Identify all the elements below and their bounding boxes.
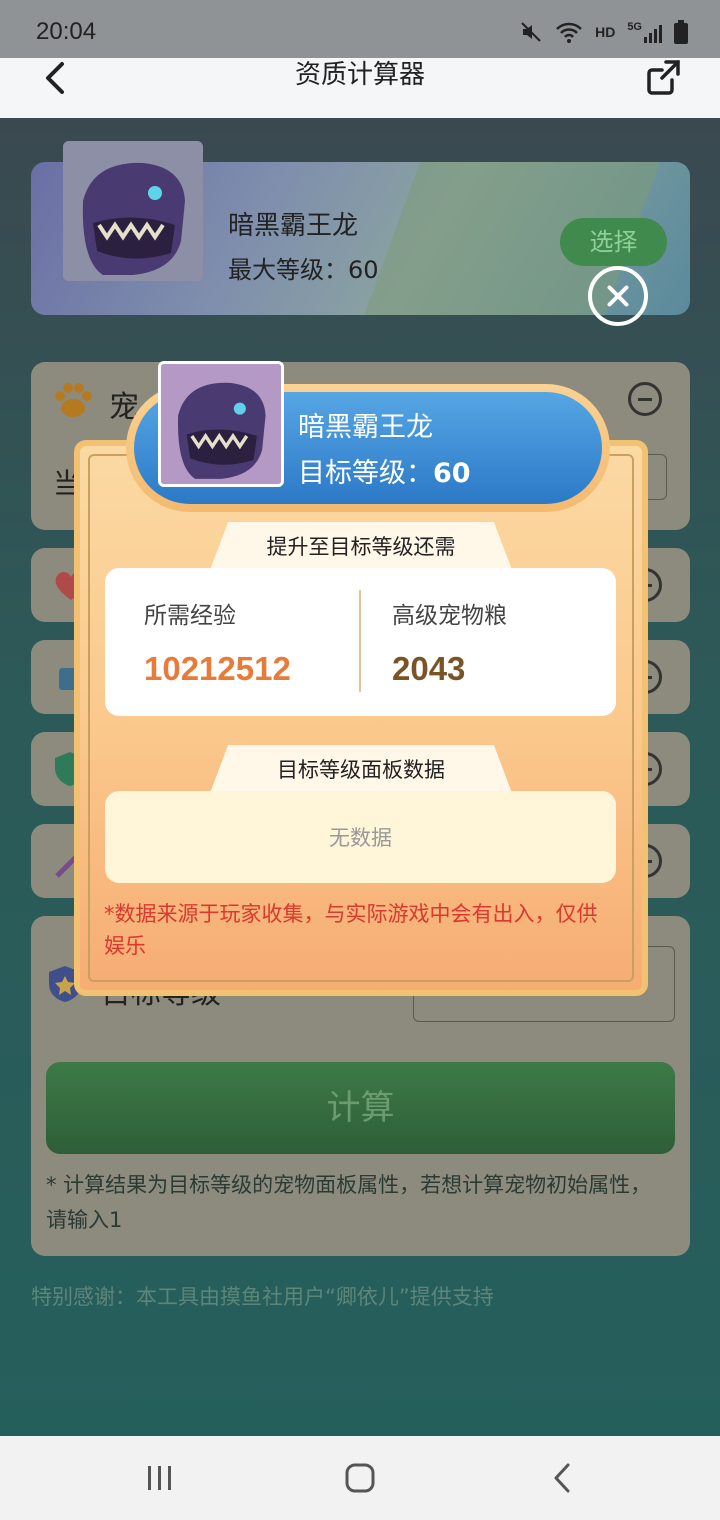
hd-label: HD bbox=[595, 24, 616, 40]
battery-icon bbox=[674, 20, 688, 44]
close-icon[interactable] bbox=[588, 266, 648, 326]
calculation-note: * 计算结果为目标等级的宠物面板属性，若想计算宠物初始属性，请输入1 bbox=[46, 1173, 652, 1232]
food-label: 高级宠物粮 bbox=[392, 603, 507, 629]
select-button[interactable]: 选择 bbox=[560, 218, 667, 266]
status-bar: 20:04 HD 5G bbox=[0, 0, 720, 58]
target-level-prefix: 目标等级： bbox=[298, 458, 433, 489]
requirement-tab: 提升至目标等级还需 bbox=[210, 522, 512, 570]
divider bbox=[359, 590, 361, 692]
status-time: 20:04 bbox=[36, 18, 97, 45]
signal-label: 5G bbox=[627, 21, 642, 33]
target-level-value: 60 bbox=[433, 458, 471, 489]
pet-name: 暗黑霸王龙 bbox=[228, 211, 359, 241]
paw-icon bbox=[55, 383, 92, 417]
mute-icon bbox=[521, 22, 541, 42]
exp-value: 10212512 bbox=[144, 650, 291, 687]
signal-icon: 5G bbox=[627, 21, 662, 43]
dinosaur-image bbox=[63, 141, 203, 281]
calculate-button[interactable]: 计算 bbox=[46, 1062, 675, 1154]
status-icons: HD 5G bbox=[519, 20, 688, 44]
share-icon[interactable] bbox=[644, 58, 684, 98]
thanks-text: 特别感谢：本工具由摸鱼社用户“卿依儿”提供支持 bbox=[31, 1285, 494, 1309]
panel-data-tab: 目标等级面板数据 bbox=[210, 745, 512, 793]
pet-thumbnail bbox=[63, 141, 203, 281]
page-title: 资质计算器 bbox=[294, 60, 425, 90]
pet-max-level: 最大等级：60 bbox=[228, 256, 379, 284]
top-bar: 资质计算器 bbox=[0, 58, 720, 118]
dinosaur-image bbox=[161, 364, 281, 484]
modal-pet-name: 暗黑霸王龙 bbox=[298, 412, 433, 443]
food-value: 2043 bbox=[392, 650, 466, 687]
exp-label: 所需经验 bbox=[144, 603, 236, 629]
wifi-icon bbox=[556, 22, 582, 43]
recent-apps-icon[interactable] bbox=[146, 1460, 174, 1496]
modal-pet-thumbnail bbox=[158, 361, 284, 487]
back-nav-icon[interactable] bbox=[548, 1460, 576, 1496]
home-icon[interactable] bbox=[344, 1460, 376, 1496]
no-data-text: 无数据 bbox=[329, 826, 392, 850]
system-nav-bar bbox=[0, 1436, 720, 1520]
disclaimer-text: *数据来源于玩家收集，与实际游戏中会有出入，仅供娱乐 bbox=[104, 902, 598, 958]
modal-target-level: 目标等级：60 bbox=[298, 451, 471, 490]
collapse-icon[interactable] bbox=[628, 382, 662, 416]
